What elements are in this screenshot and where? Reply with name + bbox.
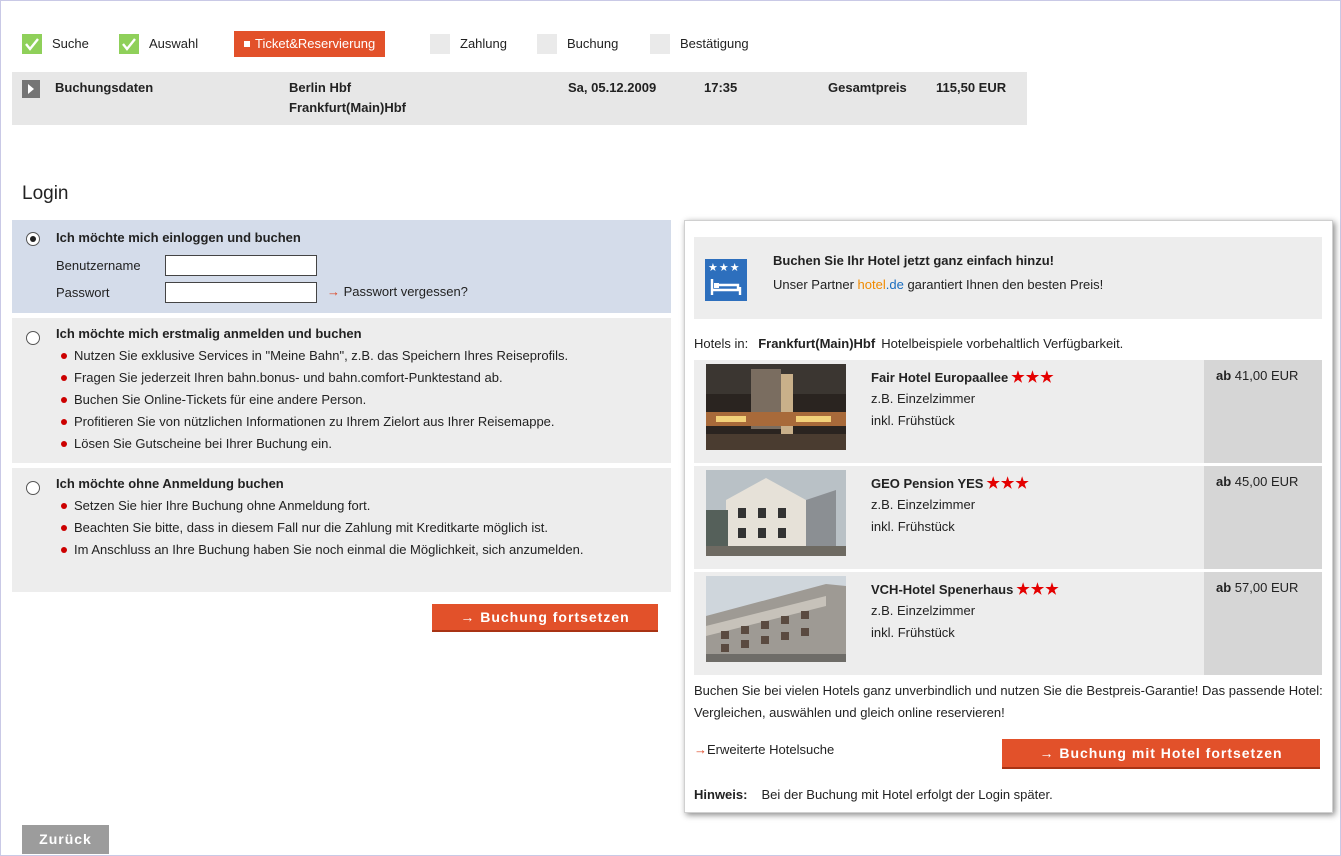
option-title: Ich möchte mich erstmalig anmelden und b… (56, 326, 362, 341)
continue-with-hotel-button[interactable]: → Buchung mit Hotel fortsetzen (1002, 739, 1320, 769)
step-label: Buchung (567, 36, 619, 51)
hotel-breakfast: inkl. Frühstück (871, 413, 955, 428)
star-rating-icon: ★★★ (1011, 369, 1055, 386)
password-input[interactable] (165, 282, 317, 303)
arrow-right-icon: → (327, 284, 340, 299)
hint-label: Hinweis: (694, 787, 748, 802)
option-title: Ich möchte ohne Anmeldung buchen (56, 476, 284, 491)
login-option-guest: Ich möchte ohne Anmeldung buchen Setzen … (12, 468, 671, 592)
hotels-in-line: Hotels in: Frankfurt(Main)Hbf Hotelbeispie… (694, 336, 1124, 351)
step-label: Ticket&Reservierung (255, 36, 376, 51)
step-label: Suche (52, 36, 89, 51)
continue-booking-button[interactable]: → Buchung fortsetzen (432, 604, 658, 632)
login-option-register: Ich möchte mich erstmalig anmelden und b… (12, 318, 671, 463)
hotel-row[interactable]: VCH-Hotel Spenerhaus ★★★ z.B. Einzelzimme… (694, 572, 1322, 675)
hint-text: Bei der Buchung mit Hotel erfolgt der Lo… (761, 787, 1053, 802)
hotels-city: Frankfurt(Main)Hbf (758, 336, 876, 351)
list-item: Setzen Sie hier Ihre Buchung ohne Anmeld… (56, 495, 656, 517)
hotel-price: ab 41,00 EUR (1204, 360, 1322, 463)
hotel-photo (706, 576, 846, 662)
hotel-photo (706, 364, 846, 450)
step-suche: Suche (22, 31, 112, 57)
hotel-offer-subtitle: Unser Partner hotel.de garantiert Ihnen … (773, 277, 1104, 292)
step-zahlung: Zahlung (430, 31, 540, 57)
hotel-price: ab 57,00 EUR (1204, 572, 1322, 675)
hotel-row[interactable]: GEO Pension YES ★★★ z.B. Einzelzimmer ink… (694, 466, 1322, 569)
hotel-offer-title: Buchen Sie Ihr Hotel jetzt ganz einfach … (773, 253, 1054, 268)
hotel-hint: Hinweis: Bei der Buchung mit Hotel erfolg… (694, 787, 1053, 802)
password-label: Passwort (56, 285, 110, 300)
hotel-name: VCH-Hotel Spenerhaus ★★★ (871, 581, 1060, 598)
hotel-promo-text: Buchen Sie bei vielen Hotels ganz unverb… (694, 683, 1323, 720)
step-bestaetigung: Bestätigung (650, 31, 770, 57)
booking-to: Frankfurt(Main)Hbf (289, 100, 406, 115)
booking-from: Berlin Hbf (289, 80, 352, 95)
booking-summary: Buchungsdaten Berlin Hbf Frankfurt(Main)… (12, 72, 1027, 125)
radio-register[interactable] (26, 331, 40, 345)
option-title: Ich möchte mich einloggen und buchen (56, 230, 301, 245)
total-price-value: 115,50 EUR (936, 80, 1007, 95)
guest-info-list: Setzen Sie hier Ihre Buchung ohne Anmeld… (56, 495, 656, 561)
hotel-bed-icon: ★★★ (705, 259, 747, 301)
hotel-room: z.B. Einzelzimmer (871, 391, 976, 406)
page-title: Login (22, 183, 69, 204)
username-input[interactable] (165, 255, 317, 276)
hotel-room: z.B. Einzelzimmer (871, 603, 976, 618)
booking-label: Buchungsdaten (55, 80, 154, 95)
total-price-label: Gesamtpreis (828, 80, 907, 95)
step-label: Zahlung (460, 36, 507, 51)
step-label: Bestätigung (680, 36, 749, 51)
booking-date: Sa, 05.12.2009 (568, 80, 657, 95)
step-ticket-reservierung: Ticket&Reservierung (234, 31, 386, 57)
expand-booking-button[interactable] (22, 80, 40, 98)
arrow-right-icon: → (694, 742, 707, 757)
active-step-icon (244, 41, 250, 47)
step-auswahl: Auswahl (119, 31, 229, 57)
hotel-breakfast: inkl. Frühstück (871, 625, 955, 640)
back-button[interactable]: Zurück (22, 825, 109, 854)
radio-selected-dot (30, 236, 36, 242)
hotel-row[interactable]: Fair Hotel Europaallee ★★★ z.B. Einzelzim… (694, 360, 1322, 463)
extended-hotel-search-link[interactable]: →Erweiterte Hotelsuche (694, 742, 834, 757)
radio-guest[interactable] (26, 481, 40, 495)
hotel-offer-header: ★★★ Buchen Sie Ihr Hotel jetzt ganz einf… (694, 237, 1322, 319)
hotel-breakfast: inkl. Frühstück (871, 519, 955, 534)
list-item: Lösen Sie Gutscheine bei Ihrer Buchung e… (56, 433, 568, 455)
list-item: Beachten Sie bitte, dass in diesem Fall … (56, 517, 656, 539)
list-item: Im Anschluss an Ihre Buchung haben Sie n… (56, 539, 656, 561)
login-option-login: Ich möchte mich einloggen und buchen Ben… (12, 220, 671, 313)
list-item: Profitieren Sie von nützlichen Informati… (56, 411, 568, 433)
pending-step-icon (650, 34, 670, 54)
register-benefits-list: Nutzen Sie exklusive Services in "Meine … (56, 345, 568, 455)
check-icon (119, 34, 139, 54)
hotel-name: GEO Pension YES ★★★ (871, 475, 1030, 492)
hotel-photo (706, 470, 846, 556)
hotel-name: Fair Hotel Europaallee ★★★ (871, 369, 1055, 386)
extended-hotel-search-label: Erweiterte Hotelsuche (707, 742, 835, 757)
star-rating-icon: ★★★ (1016, 581, 1060, 598)
forgot-password-link[interactable]: → Passwort vergessen? (327, 284, 468, 299)
check-icon (22, 34, 42, 54)
pending-step-icon (537, 34, 557, 54)
forgot-password-label: Passwort vergessen? (343, 284, 468, 299)
booking-time: 17:35 (704, 80, 738, 95)
radio-login[interactable] (26, 232, 40, 246)
list-item: Buchen Sie Online-Tickets für eine ander… (56, 389, 568, 411)
star-rating-icon: ★★★ (986, 475, 1030, 492)
hotel-offer-panel: ★★★ Buchen Sie Ihr Hotel jetzt ganz einf… (684, 220, 1333, 813)
hotel-de-link[interactable]: hotel.de (858, 277, 904, 292)
hotel-room: z.B. Einzelzimmer (871, 497, 976, 512)
step-buchung: Buchung (537, 31, 647, 57)
hotel-price: ab 45,00 EUR (1204, 466, 1322, 569)
list-item: Fragen Sie jederzeit Ihren bahn.bonus- u… (56, 367, 568, 389)
username-label: Benutzername (56, 258, 141, 273)
step-label: Auswahl (149, 36, 199, 51)
pending-step-icon (430, 34, 450, 54)
list-item: Nutzen Sie exklusive Services in "Meine … (56, 345, 568, 367)
